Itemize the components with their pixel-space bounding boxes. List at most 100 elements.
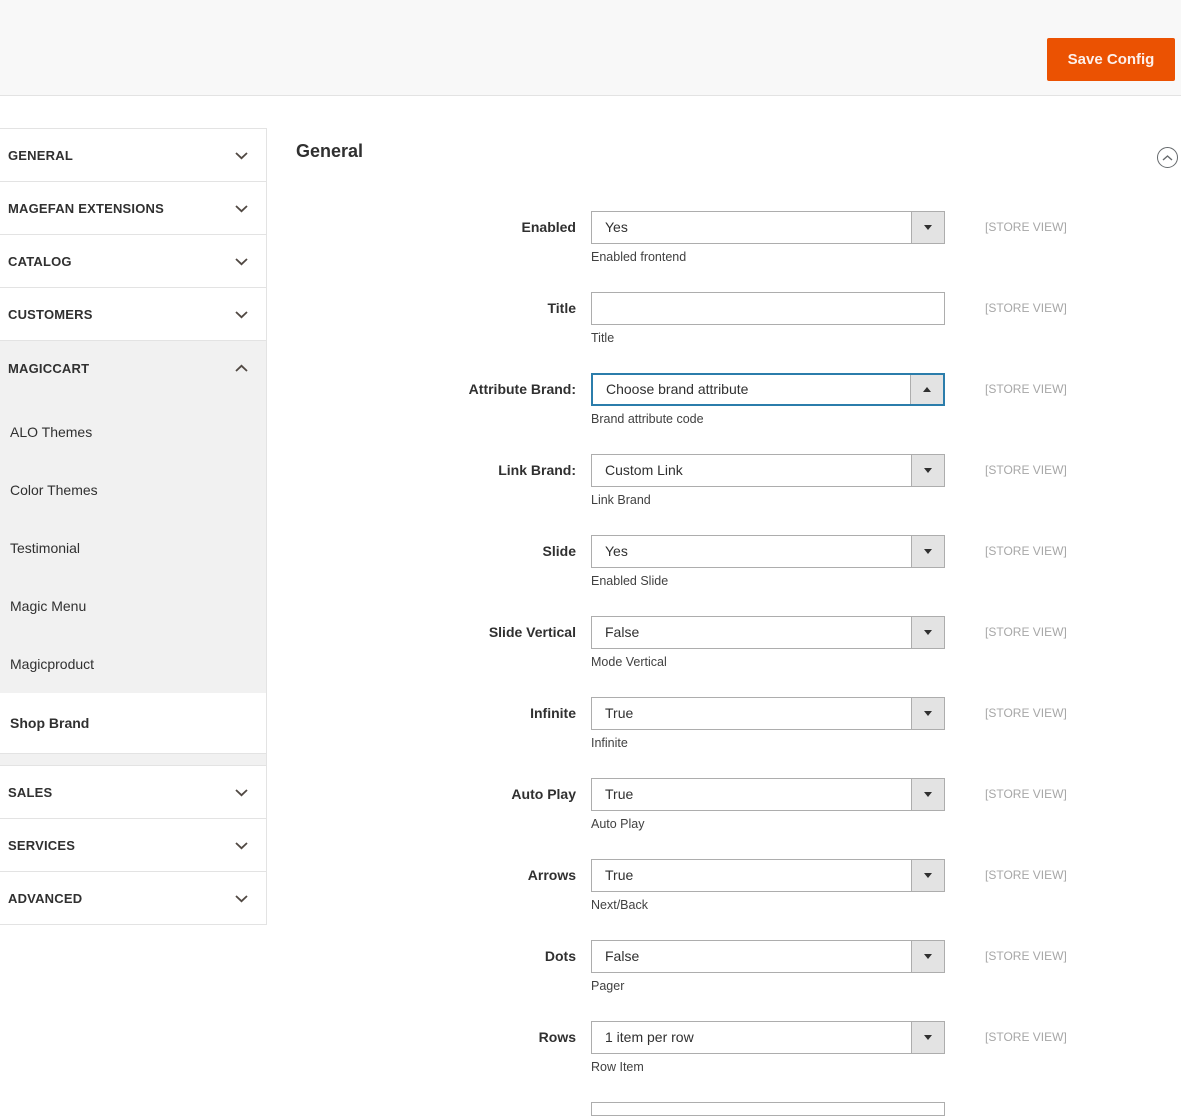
config-nav-sidebar: GENERAL MAGEFAN EXTENSIONS CATALOG CUSTOMER… [0,128,267,925]
sidebar-item-label: Testimonial [10,540,81,556]
scope-label: [STORE VIEW] [985,220,1067,234]
select-arrow [911,941,944,972]
select-value: False [605,624,640,640]
sidebar-section-label: CATALOG [8,253,72,269]
field-row-arrows: Arrows True Next/Back [STORE VIEW] [296,859,1181,912]
field-select-enabled[interactable]: Yes [591,211,945,244]
sidebar-item-color-themes[interactable]: Color Themes [0,461,266,519]
chevron-down-icon [235,788,248,796]
next-field-partial[interactable] [591,1102,945,1116]
sidebar-item-alo-themes[interactable]: ALO Themes [0,403,266,461]
triangle-down-icon [924,549,932,554]
sidebar-section-label: SERVICES [8,837,76,853]
select-arrow [911,455,944,486]
sidebar-section-label: CUSTOMERS [8,306,93,322]
field-row-rows: Rows 1 item per row Row Item [STORE VIEW] [296,1021,1181,1074]
chevron-up-icon [1162,154,1173,161]
chevron-down-icon [235,204,248,212]
select-value: Choose brand attribute [606,381,749,397]
field-select-slide[interactable]: Yes [591,535,945,568]
field-note: Auto Play [591,817,645,831]
sidebar-item-magic-menu[interactable]: Magic Menu [0,577,266,635]
scope-label: [STORE VIEW] [985,301,1067,315]
field-label: Link Brand: [498,462,576,478]
sidebar-item-label: Color Themes [10,482,98,498]
field-label: Arrows [527,867,576,883]
sidebar-section-sales[interactable]: SALES [0,766,266,819]
sidebar-item-shop-brand[interactable]: Shop Brand [0,693,266,754]
main-content: General Enabled Yes Enabled frontend [STORE… [296,140,1181,1116]
subnav-footer-strip [0,754,266,766]
triangle-down-icon [924,792,932,797]
field-input-title[interactable] [591,292,945,325]
field-note: Pager [591,979,625,993]
field-control: True Infinite [591,697,945,750]
scope-label: [STORE VIEW] [985,949,1067,963]
field-row-dots: Dots False Pager [STORE VIEW] [296,940,1181,993]
field-note: Brand attribute code [591,412,704,426]
field-select-infinite[interactable]: True [591,697,945,730]
field-row-enabled: Enabled Yes Enabled frontend [STORE VIEW] [296,211,1181,264]
field-note: Mode Vertical [591,655,667,669]
chevron-down-icon [235,841,248,849]
field-control: Choose brand attribute Brand attribute co… [591,373,945,426]
sidebar-section-general[interactable]: GENERAL [0,129,266,182]
select-arrow [911,779,944,810]
sidebar-item-label: ALO Themes [10,424,93,440]
field-note: Link Brand [591,493,651,507]
sidebar-section-label: MAGICCART [8,360,90,376]
select-arrow [910,375,943,404]
sidebar-item-testimonial[interactable]: Testimonial [0,519,266,577]
field-control: True Auto Play [591,778,945,831]
sidebar-item-magicproduct[interactable]: Magicproduct [0,635,266,693]
sidebar-section-magiccart[interactable]: MAGICCART [0,341,266,395]
field-select-arrows[interactable]: True [591,859,945,892]
field-select-slide-vertical[interactable]: False [591,616,945,649]
save-config-button[interactable]: Save Config [1047,38,1175,81]
field-note: Enabled Slide [591,574,669,588]
select-value: True [605,705,634,721]
field-select-attribute-brand[interactable]: Choose brand attribute [591,373,945,406]
sidebar-section-label: ADVANCED [8,890,83,906]
field-select-rows[interactable]: 1 item per row [591,1021,945,1054]
sidebar-section-label: SALES [8,784,53,800]
field-row-slide: Slide Yes Enabled Slide [STORE VIEW] [296,535,1181,588]
sidebar-section-magefan-extensions[interactable]: MAGEFAN EXTENSIONS [0,182,266,235]
field-select-link-brand[interactable]: Custom Link [591,454,945,487]
field-label: Dots [544,948,576,964]
collapse-section-button[interactable] [1157,147,1178,168]
field-label: Infinite [530,705,576,721]
field-select-dots[interactable]: False [591,940,945,973]
triangle-down-icon [924,873,932,878]
chevron-down-icon [235,894,248,902]
select-value: Yes [605,543,628,559]
field-control: 1 item per row Row Item [591,1021,945,1074]
field-note: Next/Back [591,898,648,912]
select-value: Custom Link [605,462,683,478]
sidebar-section-catalog[interactable]: CATALOG [0,235,266,288]
field-note: Enabled frontend [591,250,687,264]
scope-label: [STORE VIEW] [985,625,1067,639]
field-select-auto-play[interactable]: True [591,778,945,811]
scope-label: [STORE VIEW] [985,868,1067,882]
chevron-down-icon [235,257,248,265]
sidebar-section-services[interactable]: SERVICES [0,819,266,872]
field-control: False Pager [591,940,945,993]
chevron-down-icon [235,310,248,318]
field-note: Title [591,331,615,345]
select-value: False [605,948,640,964]
sidebar-item-label: Magicproduct [10,656,95,672]
triangle-down-icon [924,225,932,230]
field-control: False Mode Vertical [591,616,945,669]
sidebar-section-customers[interactable]: CUSTOMERS [0,288,266,341]
sidebar-section-advanced[interactable]: ADVANCED [0,872,266,925]
field-label: Attribute Brand: [468,381,576,397]
field-note: Row Item [591,1060,644,1074]
triangle-down-icon [924,1035,932,1040]
field-label: Rows [538,1029,576,1045]
general-fieldset: Enabled Yes Enabled frontend [STORE VIEW] Ti… [296,211,1181,1116]
scope-label: [STORE VIEW] [985,544,1067,558]
select-arrow [911,860,944,891]
subnav-list: ALO Themes Color Themes Testimonial Magic M… [0,395,266,754]
field-control: Title [591,292,945,345]
